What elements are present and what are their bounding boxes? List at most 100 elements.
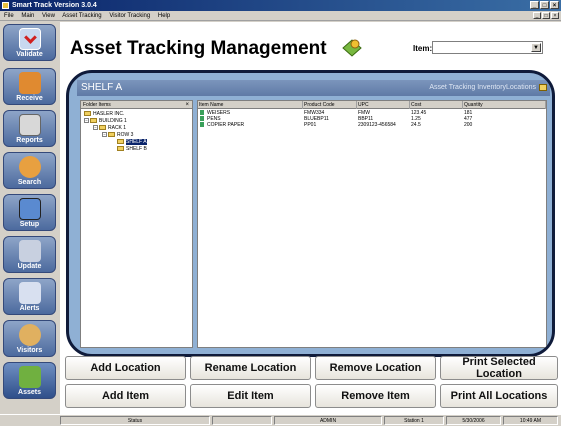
cell-quantity: 200 xyxy=(464,122,473,128)
column-header[interactable]: UPC xyxy=(357,101,410,109)
sidebar-item-search[interactable]: Search xyxy=(3,152,56,189)
rename-location-button[interactable]: Rename Location xyxy=(190,356,311,380)
item-grid[interactable]: Item Name Product Code UPC Cost Quantity… xyxy=(197,100,547,348)
status-date: 5/30/2006 xyxy=(446,416,501,425)
status-bar: Status ADMIN Station 1 5/30/2006 10:49 A… xyxy=(0,414,561,425)
menu-visitor-tracking[interactable]: Visitor Tracking xyxy=(109,13,150,19)
close-icon[interactable]: × xyxy=(550,1,559,9)
folder-icon xyxy=(108,132,115,138)
page-title: Asset Tracking Management xyxy=(70,38,327,59)
box-icon xyxy=(19,72,41,94)
status-blank xyxy=(212,416,272,425)
folder-icon xyxy=(84,111,91,117)
sidebar-item-assets[interactable]: Assets xyxy=(3,362,56,399)
sidebar-item-alerts[interactable]: Alerts xyxy=(3,278,56,315)
child-minimize-icon[interactable]: _ xyxy=(533,12,541,19)
remove-item-button[interactable]: Remove Item xyxy=(315,384,436,408)
megaphone-icon xyxy=(19,282,41,304)
tree-node[interactable]: HASLER INC. xyxy=(84,111,124,117)
print-all-locations-button[interactable]: Print All Locations xyxy=(440,384,558,408)
edit-item-button[interactable]: Edit Item xyxy=(190,384,311,408)
tree-node-selected[interactable]: SHELF A xyxy=(117,139,147,145)
status-station: Station 1 xyxy=(384,416,444,425)
column-header[interactable]: Cost xyxy=(410,101,463,109)
person-icon xyxy=(19,324,41,346)
sidebar-item-label: Alerts xyxy=(19,305,40,312)
add-location-button[interactable]: Add Location xyxy=(65,356,186,380)
child-close-icon[interactable]: × xyxy=(551,12,559,19)
print-selected-location-button[interactable]: Print Selected Location xyxy=(440,356,558,380)
folder-tree[interactable]: Folder Items × HASLER INC. − BUILDING 1 −… xyxy=(80,100,193,348)
cell-cost: 24.5 xyxy=(411,122,421,128)
tree-node[interactable]: − BUILDING 1 xyxy=(84,118,127,124)
sidebar-item-label: Search xyxy=(17,179,42,186)
menu-bar: File Main View Asset Tracking Visitor Tr… xyxy=(0,11,561,21)
tree-node[interactable]: SHELF B xyxy=(117,146,147,152)
collapse-icon[interactable]: − xyxy=(102,132,107,138)
table-row[interactable]: COPIER PAPER PP01 2309123-456584 24.5 20… xyxy=(198,122,546,128)
status-time: 10:49 AM xyxy=(503,416,558,425)
pen-icon xyxy=(19,240,41,262)
assets-icon xyxy=(19,366,41,388)
status-user: ADMIN xyxy=(274,416,382,425)
collapse-icon[interactable]: − xyxy=(93,125,98,131)
app-icon xyxy=(2,2,9,9)
item-label: Item: xyxy=(413,44,433,53)
tree-node[interactable]: − RACK 1 xyxy=(93,125,126,131)
sidebar-item-label: Reports xyxy=(16,137,43,144)
printer-icon xyxy=(19,114,41,136)
cell-upc: 2309123-456584 xyxy=(358,122,396,128)
menu-asset-tracking[interactable]: Asset Tracking xyxy=(62,13,101,19)
menu-view[interactable]: View xyxy=(42,13,55,19)
add-item-button[interactable]: Add Item xyxy=(65,384,186,408)
cell-product-code: PP01 xyxy=(304,122,317,128)
sidebar-item-label: Assets xyxy=(18,389,41,396)
main-panel: Asset Tracking Management Item: ▼ SHELF … xyxy=(60,22,561,414)
sidebar-item-label: Validate xyxy=(16,51,43,58)
folder-icon xyxy=(117,146,124,152)
child-maximize-icon[interactable]: □ xyxy=(542,12,550,19)
sidebar-item-label: Receive xyxy=(16,95,43,102)
sidebar-item-reports[interactable]: Reports xyxy=(3,110,56,147)
checklist-icon xyxy=(19,28,41,50)
cell-item-name: COPIER PAPER xyxy=(207,122,245,128)
sidebar-item-visitors[interactable]: Visitors xyxy=(3,320,56,357)
panel-title: SHELF A xyxy=(81,82,123,93)
sidebar-item-label: Update xyxy=(17,263,42,270)
folder-icon xyxy=(117,139,124,145)
menu-file[interactable]: File xyxy=(4,13,14,19)
breadcrumb: Asset Tracking InventoryLocations xyxy=(429,84,536,91)
column-header[interactable]: Quantity xyxy=(463,101,546,109)
remove-location-button[interactable]: Remove Location xyxy=(315,356,436,380)
assets-icon xyxy=(340,36,364,58)
column-header[interactable]: Item Name xyxy=(198,101,303,109)
sidebar-item-validate[interactable]: Validate xyxy=(3,24,56,61)
close-icon[interactable]: × xyxy=(185,101,189,109)
tree-header: Folder Items × xyxy=(81,101,192,109)
minimize-icon[interactable]: _ xyxy=(530,1,539,9)
grid-header: Item Name Product Code UPC Cost Quantity xyxy=(198,101,546,109)
sidebar-item-receive[interactable]: Receive xyxy=(3,68,56,105)
magnifier-icon xyxy=(19,156,41,178)
menu-help[interactable]: Help xyxy=(158,13,170,19)
tree-header-label: Folder Items xyxy=(83,102,111,108)
collapse-icon[interactable]: − xyxy=(84,118,89,124)
sidebar: Validate Receive Reports Search Setup Up… xyxy=(0,22,60,414)
location-frame: SHELF A Asset Tracking InventoryLocation… xyxy=(66,70,555,357)
computer-icon xyxy=(19,198,41,220)
folder-icon xyxy=(90,118,97,124)
sidebar-item-update[interactable]: Update xyxy=(3,236,56,273)
column-header[interactable]: Product Code xyxy=(303,101,357,109)
tree-node[interactable]: − ROW 3 xyxy=(102,132,133,138)
panel-header: SHELF A Asset Tracking InventoryLocation… xyxy=(77,80,550,96)
chevron-down-icon[interactable]: ▼ xyxy=(531,43,541,52)
window-title: Smart Track Version 3.0.4 xyxy=(12,2,97,9)
maximize-icon[interactable]: □ xyxy=(540,1,549,9)
sidebar-item-label: Visitors xyxy=(16,347,43,354)
sidebar-item-setup[interactable]: Setup xyxy=(3,194,56,231)
status-text: Status xyxy=(60,416,210,425)
folder-icon xyxy=(539,84,547,91)
folder-icon xyxy=(99,125,106,131)
menu-main[interactable]: Main xyxy=(21,13,34,19)
item-select[interactable]: ▼ xyxy=(432,41,543,54)
